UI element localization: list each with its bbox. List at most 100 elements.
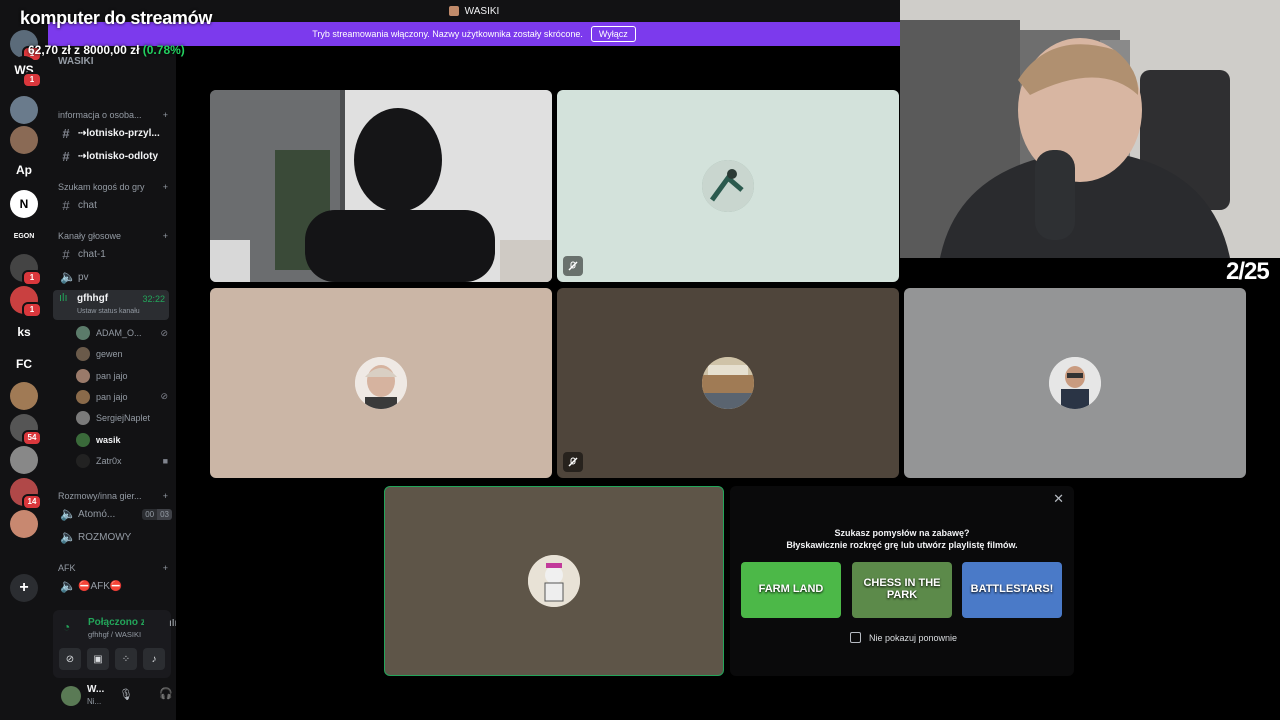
hash-icon: # (62, 197, 70, 213)
server-icon-9[interactable]: ks (10, 318, 38, 346)
speaker-icon: 🔈 (60, 506, 77, 521)
server-icon-2[interactable] (10, 96, 38, 124)
window-title: WASIKI (464, 5, 500, 17)
video-tile-pan-jajo[interactable] (557, 288, 899, 478)
channel-pv[interactable]: 🔈 pv (56, 267, 172, 287)
speaker-icon: 🔈 (60, 529, 77, 544)
voice-user-name: pan jajo (96, 391, 128, 402)
plus-icon[interactable]: + (163, 231, 168, 241)
video-tile-camera[interactable] (210, 90, 552, 282)
stream-counter: 2/25 (1226, 258, 1270, 285)
speaker-icon: 🔈 (60, 578, 77, 593)
plus-icon[interactable]: + (163, 563, 168, 573)
disable-streamer-mode-button[interactable]: Wyłącz (590, 26, 636, 42)
user-status: Ni... (87, 697, 102, 706)
channel-timer: 32:22 (142, 294, 165, 304)
dont-show-again-checkbox[interactable]: Nie pokazuj ponownie (850, 632, 957, 643)
server-icon-13[interactable] (10, 446, 38, 474)
unread-badge: 1 (22, 72, 42, 88)
channel-label: gfhhgf (77, 293, 109, 304)
avatar (76, 432, 90, 447)
user-name[interactable]: W... (87, 684, 104, 695)
channel-status[interactable]: Ustaw status kanału (77, 308, 140, 315)
avatar (1049, 357, 1101, 409)
server-label: N (19, 197, 29, 211)
webcam-feed (210, 90, 552, 282)
screen-share-icon[interactable]: ▣ (87, 648, 109, 670)
webcam-image (900, 0, 1280, 258)
unread-badge: 54 (22, 430, 42, 446)
server-rail: 1 WS 1 Ap N EGON 1 1 ks FC 54 14 + (0, 0, 48, 720)
microphone-icon[interactable]: 🎙 (119, 688, 133, 701)
category-szukam[interactable]: Szukam kogoś do gry + (58, 182, 168, 192)
server-icon-4[interactable]: Ap (10, 156, 38, 184)
channel-chat-1[interactable]: # chat-1 (56, 244, 172, 264)
server-label: FC (16, 357, 32, 371)
channel-rozmowy[interactable]: 🔈 ROZMOWY (56, 527, 172, 547)
category-rozmowy[interactable]: Rozmowy/inna gier... + (58, 491, 168, 501)
server-icon-3[interactable] (10, 126, 38, 154)
avatar (76, 453, 90, 468)
plus-icon[interactable]: + (163, 110, 168, 120)
add-server-button[interactable]: + (10, 574, 38, 602)
server-icon-5[interactable]: N (10, 190, 38, 218)
channel-afk[interactable]: 🔈 ⛔AFK⛔ (56, 576, 172, 596)
server-icon-8[interactable]: 1 (10, 286, 42, 318)
avatar[interactable] (61, 686, 81, 706)
activities-icon[interactable]: ⁘ (115, 648, 137, 670)
headphones-icon[interactable]: 🎧 (159, 687, 173, 700)
voice-user[interactable]: wasik (76, 431, 168, 449)
mic-off-icon: ⊘ (160, 391, 168, 402)
server-icon-12[interactable]: 54 (10, 414, 42, 446)
voice-status[interactable]: Połączono z cza (88, 617, 144, 628)
camera-off-icon[interactable]: ⊘ (59, 648, 81, 670)
channel-sidebar: WASIKI informacja o osoba... + # ⇢lotnisko… (48, 0, 207, 720)
channel-lotnisko-odloty[interactable]: # ⇢lotnisko-odloty (56, 146, 172, 166)
voice-user-name: gewen (96, 349, 123, 360)
server-name[interactable]: WASIKI (58, 56, 94, 67)
voice-location[interactable]: gfhhgf / WASIKI (88, 630, 141, 639)
video-tile-gewen[interactable] (210, 288, 552, 478)
voice-user[interactable]: gewen (76, 345, 168, 363)
checkbox-box[interactable] (850, 632, 861, 643)
category-afk[interactable]: AFK + (58, 563, 168, 573)
category-kanaly-glosowe[interactable]: Kanały głosowe + (58, 231, 168, 241)
voice-connection-panel: ◔ Połączono z cza gfhhgf / WASIKI ıIı ☎ … (53, 610, 207, 678)
soundboard-icon[interactable]: ♪ (143, 648, 165, 670)
channel-gfhhgf[interactable]: ılı gfhhgf 32:22 Ustaw status kanału (53, 290, 169, 320)
avatar (76, 347, 90, 362)
category-informacja[interactable]: informacja o osoba... + (58, 110, 168, 120)
game-chess-in-the-park[interactable]: CHESS IN THE PARK (852, 562, 952, 618)
voice-user[interactable]: ADAM_O... ⊘ (76, 324, 168, 342)
server-label: Ap (16, 163, 32, 177)
voice-user[interactable]: pan jajo ⊘ (76, 388, 168, 406)
voice-user[interactable]: SergiejNaplet (76, 409, 168, 427)
voice-user[interactable]: pan jajo (76, 367, 168, 385)
video-tile-adam[interactable] (557, 90, 899, 282)
server-icon-6[interactable]: EGON (10, 222, 38, 250)
channel-atomowki[interactable]: 🔈 Atomó... 00 03 (56, 504, 172, 524)
game-farm-land[interactable]: FARM LAND (741, 562, 841, 618)
mic-off-icon (563, 452, 583, 472)
game-battlestars[interactable]: BATTLESTARS! (962, 562, 1062, 618)
channel-chat[interactable]: # chat (56, 195, 172, 215)
video-tile-wasik[interactable] (384, 486, 724, 676)
server-label: ks (17, 325, 31, 339)
close-icon[interactable]: ✕ (1053, 491, 1064, 507)
signal-icon[interactable]: ◔ (63, 620, 70, 634)
plus-icon[interactable]: + (163, 182, 168, 192)
channel-lotnisko-przyloty[interactable]: # ⇢lotnisko-przyl... (56, 123, 172, 143)
server-icon-1[interactable]: WS 1 (10, 56, 42, 88)
plus-icon[interactable]: + (163, 491, 168, 501)
voice-user-name: wasik (96, 434, 121, 445)
server-icon-10[interactable]: FC (10, 350, 38, 378)
streamer-mode-message: Tryb streamowania włączony. Nazwy użytko… (312, 29, 583, 39)
server-icon-14[interactable]: 14 (10, 478, 42, 510)
server-icon-7[interactable]: 1 (10, 254, 42, 286)
video-tile-pan-jajo-2[interactable] (904, 288, 1246, 478)
server-icon-11[interactable] (10, 382, 38, 410)
avatar (702, 357, 754, 409)
voice-user[interactable]: Zatr0x ■ (76, 452, 168, 470)
server-icon-15[interactable] (10, 510, 38, 538)
hash-icon: # (62, 246, 70, 262)
